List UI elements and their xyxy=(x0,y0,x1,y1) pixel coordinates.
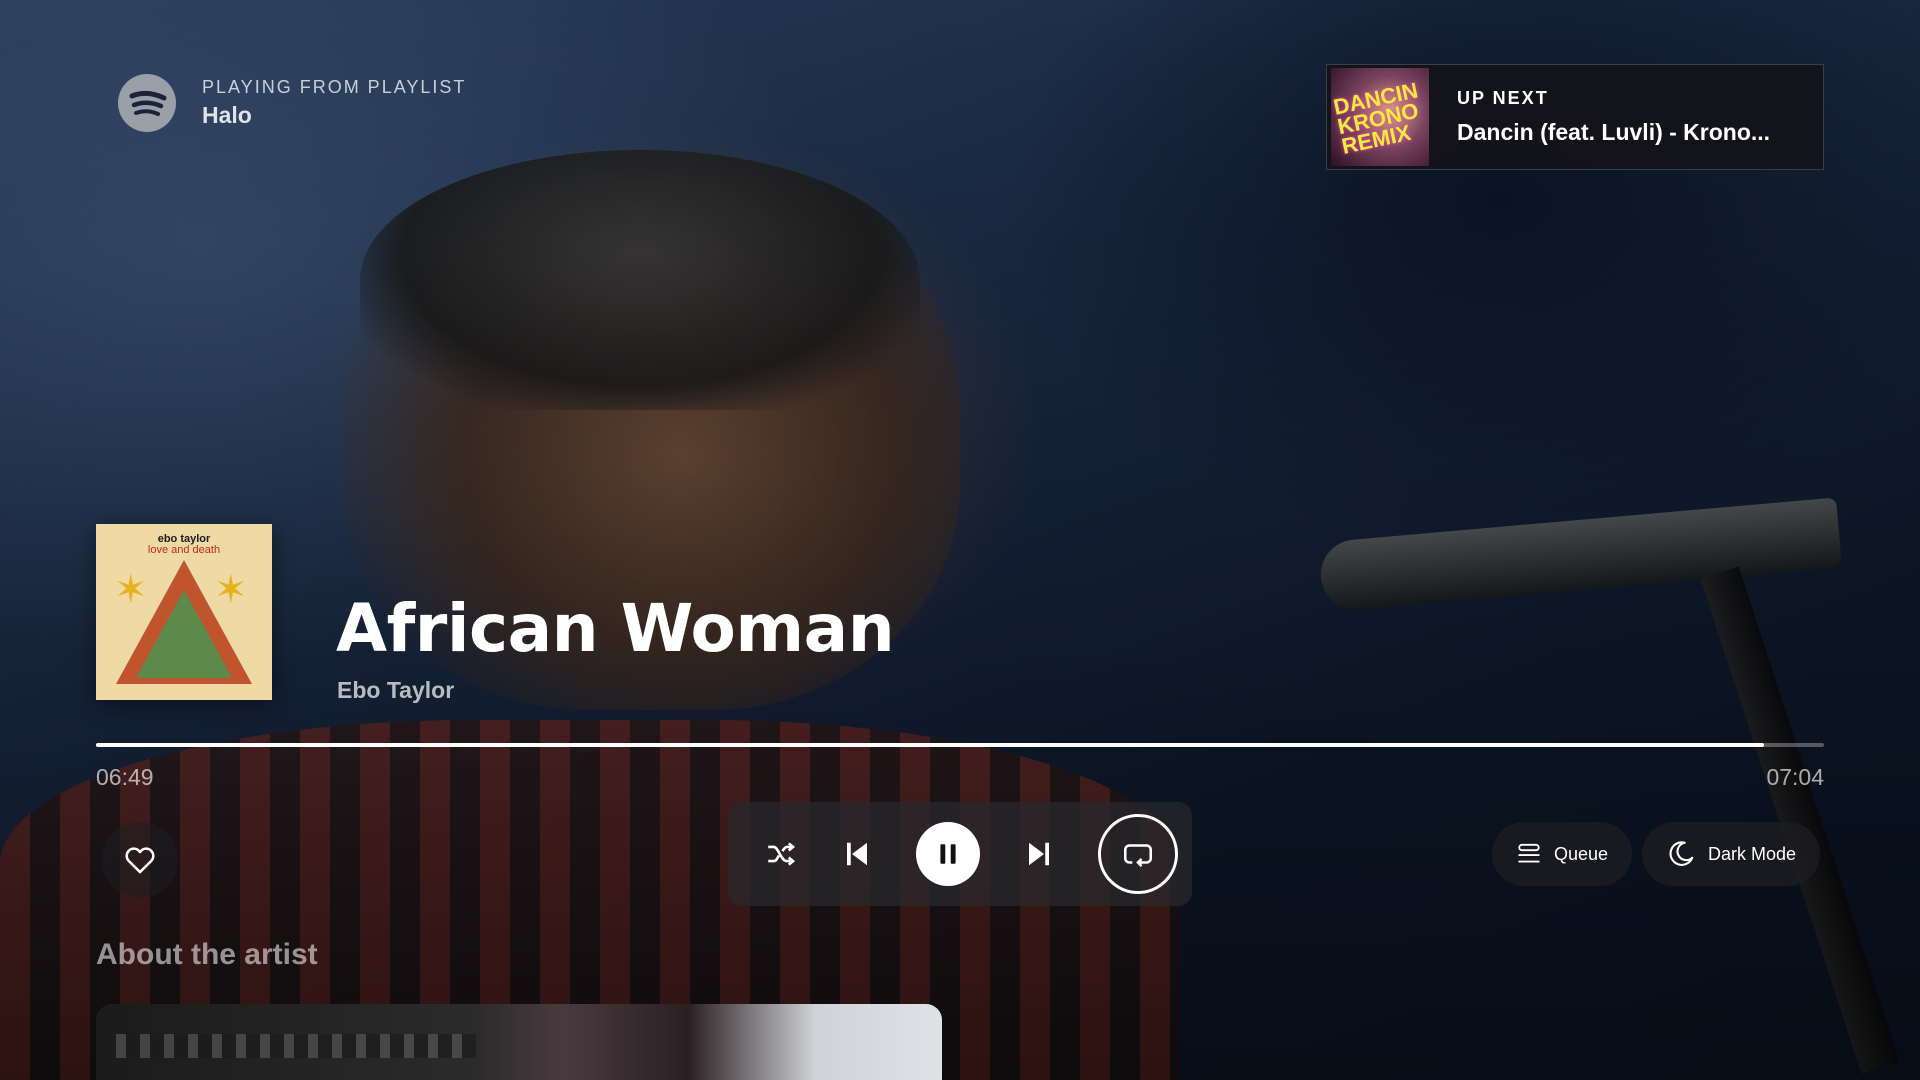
track-title: African Woman xyxy=(336,590,895,667)
up-next-art-text: DANCIN KRONO REMIX xyxy=(1331,77,1421,159)
context-label: PLAYING FROM PLAYLIST xyxy=(202,77,467,97)
playlist-name[interactable]: Halo xyxy=(202,102,466,129)
dark-mode-label: Dark Mode xyxy=(1707,843,1797,864)
queue-icon xyxy=(1518,843,1540,863)
like-button[interactable] xyxy=(102,822,178,898)
up-next-track: Dancin (feat. Luvli) - Krono... xyxy=(1457,119,1771,145)
progress-fill xyxy=(96,743,1764,747)
pause-icon xyxy=(940,844,956,864)
artist-card[interactable] xyxy=(96,1004,942,1080)
album-art: ebo taylor love and death ✶ ✶ xyxy=(96,524,272,700)
progress-bar[interactable] xyxy=(96,743,1824,747)
up-next-label: UP NEXT xyxy=(1457,88,1549,108)
shuffle-icon xyxy=(768,842,796,866)
album-art-subtitle: love and death xyxy=(147,544,221,556)
star-icon: ✶ xyxy=(214,568,248,612)
repeat-button[interactable] xyxy=(1098,814,1178,894)
heart-icon xyxy=(125,847,155,874)
moon-icon xyxy=(1669,841,1694,866)
spotify-logo-icon xyxy=(118,74,176,132)
artist-card-image xyxy=(116,1034,476,1058)
star-icon: ✶ xyxy=(114,568,148,612)
up-next-card[interactable]: DANCIN KRONO REMIX UP NEXT Dancin (feat.… xyxy=(1326,64,1824,170)
playback-controls xyxy=(728,802,1192,906)
track-artist[interactable]: Ebo Taylor xyxy=(337,677,454,704)
queue-button[interactable]: Queue xyxy=(1492,822,1632,886)
playlist-context[interactable]: PLAYING FROM PLAYLIST Halo xyxy=(118,74,466,132)
skip-next-icon xyxy=(1029,842,1049,866)
previous-button[interactable] xyxy=(842,839,872,869)
repeat-icon xyxy=(1123,844,1153,867)
skip-previous-icon xyxy=(847,842,867,866)
up-next-album-art: DANCIN KRONO REMIX xyxy=(1331,68,1429,166)
queue-label: Queue xyxy=(1553,843,1608,864)
pause-button[interactable] xyxy=(916,822,980,886)
total-time: 07:04 xyxy=(1766,764,1824,790)
elapsed-time: 06:49 xyxy=(96,764,154,790)
next-button[interactable] xyxy=(1024,839,1054,869)
dark-mode-button[interactable]: Dark Mode xyxy=(1642,822,1820,886)
about-artist-heading: About the artist xyxy=(96,938,318,971)
shuffle-button[interactable] xyxy=(764,837,798,871)
